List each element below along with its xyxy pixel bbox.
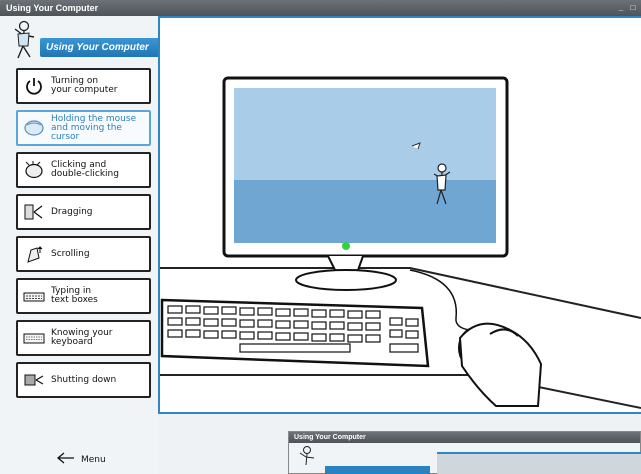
menu-link[interactable]: Menu (56, 452, 106, 467)
header-button[interactable]: Using Your Computer (40, 38, 161, 57)
drag-icon (23, 201, 45, 223)
stick-figure-icon (299, 446, 315, 466)
mouse-icon (23, 117, 45, 139)
sidebar-item-label: Shutting down (51, 374, 117, 385)
secondary-window: Using Your Computer (288, 431, 641, 474)
sidebar-item-scrolling[interactable]: Scrolling (16, 236, 151, 272)
keyboard-icon (23, 327, 45, 349)
sidebar-item-label: Knowing your keyboard (51, 328, 113, 347)
secondary-illustration-panel (437, 452, 641, 474)
scroll-icon (23, 243, 45, 265)
sidebar-item-clicking[interactable]: Clicking and double-clicking (16, 152, 151, 188)
sidebar-item-label: Holding the mouse and moving the cursor (51, 113, 137, 142)
maximize-button[interactable]: □ (628, 3, 638, 13)
shutdown-icon (23, 369, 45, 391)
back-arrow-icon (56, 452, 76, 467)
secondary-header-button[interactable] (325, 466, 430, 474)
mouse-click-icon (23, 159, 45, 181)
secondary-window-title: Using Your Computer (289, 432, 640, 443)
sidebar-item-shutting-down[interactable]: Shutting down (16, 362, 151, 398)
power-icon (23, 75, 45, 97)
sidebar-item-label: Dragging (51, 206, 93, 217)
sidebar-item-turning-on[interactable]: Turning on your computer (16, 68, 151, 104)
hand-on-mouse (458, 322, 543, 407)
stick-figure-icon (14, 20, 35, 59)
power-led (342, 242, 350, 250)
sidebar-item-dragging[interactable]: Dragging (16, 194, 151, 230)
sidebar-item-label: Typing in text boxes (51, 286, 98, 305)
illustration-panel (158, 16, 641, 414)
title-bar: Using Your Computer _ □ (0, 0, 641, 16)
sidebar-item-label: Scrolling (51, 248, 90, 259)
window-title: Using Your Computer (6, 3, 99, 13)
window-controls: _ □ (616, 3, 641, 13)
sidebar-item-label: Clicking and double-clicking (51, 160, 119, 179)
menu-label: Menu (81, 454, 106, 465)
sidebar-item-typing[interactable]: Typing in text boxes (16, 278, 151, 314)
typing-icon (23, 285, 45, 307)
sidebar-item-keyboard[interactable]: Knowing your keyboard (16, 320, 151, 356)
header-label: Using Your Computer (46, 42, 149, 53)
sidebar-item-label: Turning on your computer (51, 76, 118, 95)
sidebar-item-holding-mouse[interactable]: Holding the mouse and moving the cursor (16, 110, 151, 146)
computer-illustration (160, 76, 641, 409)
screen-ground (234, 180, 496, 243)
minimize-button[interactable]: _ (616, 3, 626, 13)
